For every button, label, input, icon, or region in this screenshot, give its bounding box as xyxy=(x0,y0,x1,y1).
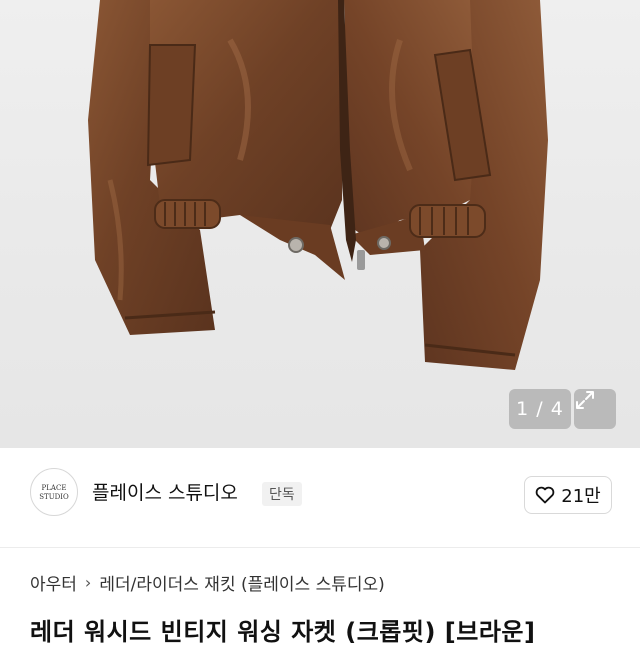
exclusive-badge: 단독 xyxy=(262,482,302,506)
product-title: 레더 워시드 빈티지 워싱 자켓 (크롭핏) [브라운] xyxy=(30,618,536,646)
shop-logo-mark: PLACE STUDIO xyxy=(39,484,69,501)
breadcrumb-category[interactable]: 아우터 xyxy=(30,570,77,595)
shop-name[interactable]: 플레이스 스튜디오 xyxy=(92,478,238,505)
heart-outline-icon xyxy=(535,486,555,504)
svg-text:STUDIO: STUDIO xyxy=(39,493,69,501)
expand-button[interactable] xyxy=(574,389,616,429)
shop-logo[interactable]: PLACE STUDIO xyxy=(30,468,78,516)
product-image-viewer[interactable]: 1 / 4 xyxy=(0,0,640,448)
shop-bar: PLACE STUDIO 플레이스 스튜디오 단독 21만 xyxy=(0,448,640,548)
like-count: 21만 xyxy=(561,486,601,507)
chevron-right-icon: › xyxy=(84,573,92,592)
breadcrumb: 아우터 › 레더/라이더스 재킷 (플레이스 스튜디오) xyxy=(30,570,385,595)
product-image xyxy=(88,0,548,370)
expand-icon xyxy=(576,391,594,409)
svg-text:PLACE: PLACE xyxy=(42,484,67,492)
breadcrumb-subcategory[interactable]: 레더/라이더스 재킷 (플레이스 스튜디오) xyxy=(99,570,384,595)
like-button[interactable]: 21만 xyxy=(524,476,612,514)
image-counter: 1 / 4 xyxy=(509,389,571,429)
